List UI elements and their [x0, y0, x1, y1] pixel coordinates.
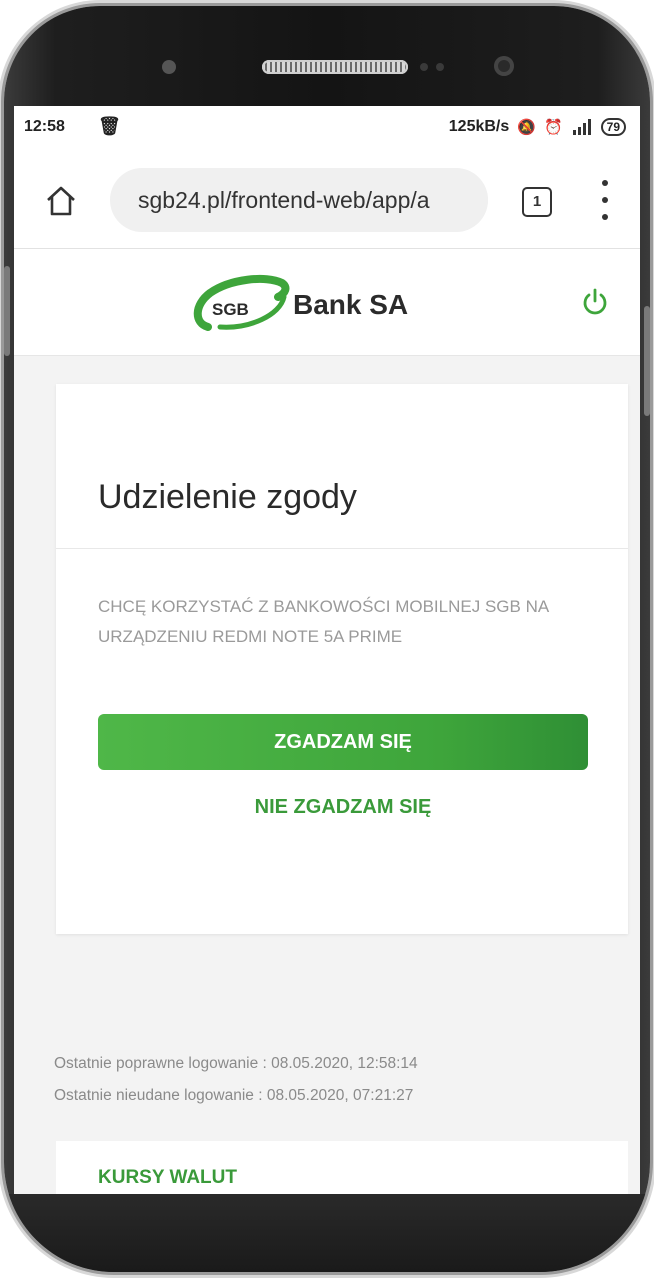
trash-icon: 🗑	[98, 116, 121, 136]
phone-frame: 12:58 🗑 125kB/s 🔕 ⏰ 79 sgb24.pl/frontend…	[4, 6, 650, 1272]
login-info: Ostatnie poprawne logowanie : 08.05.2020…	[54, 1048, 418, 1112]
status-time: 12:58	[24, 118, 65, 135]
front-camera	[494, 56, 514, 76]
alarm-icon: ⏰	[543, 119, 563, 136]
front-sensor	[162, 60, 176, 74]
browser-toolbar: sgb24.pl/frontend-web/app/a 1	[14, 154, 640, 249]
logo-badge: SGB	[212, 300, 249, 319]
last-failed-login: Ostatnie nieudane logowanie : 08.05.2020…	[54, 1087, 414, 1104]
power-icon[interactable]	[580, 287, 610, 317]
bottom-bezel	[4, 1194, 650, 1272]
screen: 12:58 🗑 125kB/s 🔕 ⏰ 79 sgb24.pl/frontend…	[14, 106, 640, 1194]
status-right: 125kB/s 🔕 ⏰ 79	[449, 118, 626, 136]
mute-icon: 🔕	[517, 119, 536, 136]
volume-button	[4, 266, 10, 356]
card-divider	[56, 548, 628, 549]
more-menu-icon[interactable]	[596, 180, 614, 220]
network-speed: 125kB/s	[448, 118, 510, 135]
last-successful-login: Ostatnie poprawne logowanie : 08.05.2020…	[54, 1055, 418, 1072]
url-text: sgb24.pl/frontend-web/app/a	[138, 187, 430, 213]
proximity-sensor-2	[436, 63, 444, 71]
battery-icon: 79	[600, 118, 626, 136]
signal-icon	[572, 119, 591, 135]
power-side-button	[644, 306, 650, 416]
tab-switcher-button[interactable]: 1	[522, 187, 552, 217]
home-icon[interactable]	[44, 184, 78, 218]
exchange-rates-card: KURSY WALUT	[56, 1141, 628, 1194]
status-bar: 12:58 🗑 125kB/s 🔕 ⏰ 79	[14, 106, 640, 154]
bank-header: SGB Bank SA	[14, 249, 640, 356]
consent-title: Udzielenie zgody	[98, 478, 357, 516]
address-bar[interactable]: sgb24.pl/frontend-web/app/a	[110, 168, 488, 232]
consent-text: CHCĘ KORZYSTAĆ Z BANKOWOŚCI MOBILNEJ SGB…	[98, 597, 549, 646]
bank-logo: SGB Bank SA	[190, 271, 430, 335]
agree-button[interactable]: ZGADZAM SIĘ	[98, 714, 588, 770]
earpiece-speaker	[262, 60, 408, 74]
logo-text: Bank SA	[293, 289, 409, 320]
disagree-button[interactable]: NIE ZGADZAM SIĘ	[98, 796, 588, 819]
sgb-logo-icon: SGB	[193, 274, 290, 331]
exchange-rates-title[interactable]: KURSY WALUT	[98, 1167, 237, 1189]
consent-card: Udzielenie zgody CHCĘ KORZYSTAĆ Z BANKOW…	[56, 384, 628, 934]
proximity-sensor	[420, 63, 428, 71]
